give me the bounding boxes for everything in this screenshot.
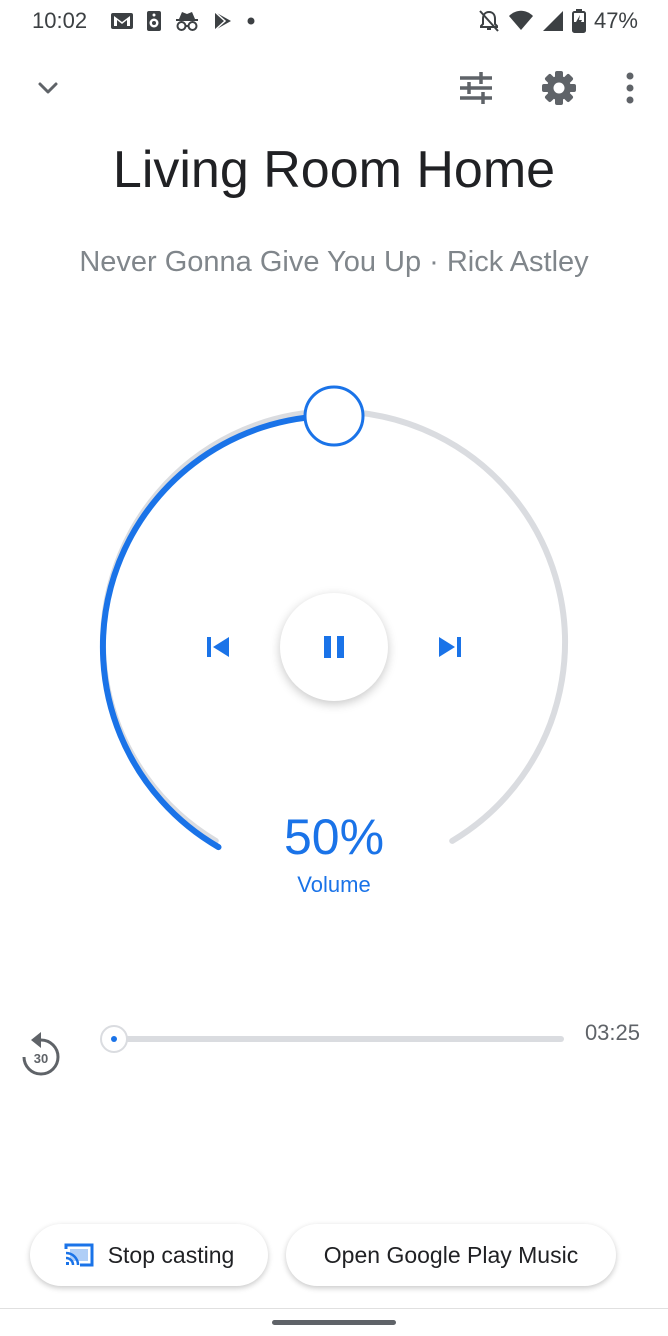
track-duration: 03:25 [584,1020,640,1045]
progress-knob[interactable] [100,1025,128,1053]
status-icons-left [110,9,256,33]
more-options-button[interactable] [606,64,654,112]
previous-icon [207,637,229,657]
open-app-label: Open Google Play Music [323,1241,579,1268]
battery-percent: 47% [593,8,638,33]
stop-casting-label: Stop casting [107,1241,235,1268]
dot-icon [247,17,255,25]
volume-value: 50% [283,809,385,865]
battery-charging-icon [571,9,586,33]
collapse-button[interactable] [24,64,72,112]
notifications-off-icon [479,10,499,32]
gmail-icon [111,13,133,29]
volume-label: Volume [297,872,371,897]
bottom-divider [0,1308,668,1309]
status-time: 10:02 [32,8,88,33]
equalizer-button[interactable] [452,64,500,112]
cellular-icon [542,11,563,31]
pause-icon [324,636,344,658]
replay-seconds-label: 30 [34,1051,48,1066]
pause-button[interactable] [280,593,388,701]
stop-casting-button[interactable]: Stop casting [30,1224,268,1286]
device-title: Living Room Home [112,141,556,199]
previous-button[interactable] [194,623,242,671]
more-vert-icon [626,72,634,104]
status-bar: 10:02 47% [0,0,668,44]
volume-knob[interactable] [303,385,365,447]
gear-icon [542,71,576,105]
progress-knob-dot [111,1036,117,1042]
progress-track[interactable] [114,1036,564,1042]
replay-30-button[interactable]: 30 [18,1030,64,1080]
wifi-icon [508,10,533,30]
incognito-icon [176,12,198,31]
top-bar [0,60,668,120]
replay-30-icon: 30 [22,1032,60,1076]
status-icons-right: 47% [478,8,638,34]
settings-button[interactable] [535,64,583,112]
next-icon [439,637,461,657]
speaker-icon [147,11,161,31]
now-playing-text: Never Gonna Give You Up · Rick Astley [79,246,589,278]
playback-progress: 30 03:25 [0,1016,668,1086]
play-store-icon [214,11,231,31]
open-app-button[interactable]: Open Google Play Music [286,1224,616,1286]
gesture-bar [272,1320,396,1325]
chevron-down-icon [38,82,58,94]
next-button[interactable] [426,623,474,671]
equalizer-icon [460,72,492,104]
cast-icon [64,1243,94,1267]
